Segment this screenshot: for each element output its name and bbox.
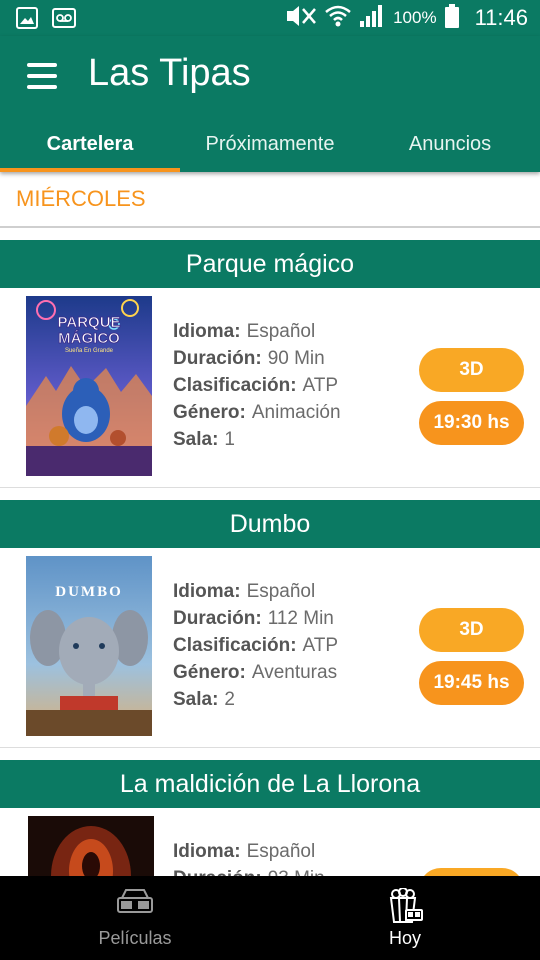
nfc-muted-icon	[283, 5, 317, 32]
movie-info: Idioma:Español Duración: 93 Min	[173, 838, 325, 876]
3d-glasses-icon	[116, 888, 154, 923]
movie-info: Idioma: Español Duración: 90 Min Clasifica…	[173, 318, 341, 453]
day-label: MIÉRCOLES	[16, 186, 146, 211]
movie-card[interactable]: Parque mágico PARQUE MÁGICO Sueña En Gra…	[0, 240, 540, 488]
tab-anuncios[interactable]: Anuncios	[360, 116, 540, 172]
poster-tagline: Sueña En Grande	[65, 348, 114, 354]
day-header: MIÉRCOLES	[0, 172, 540, 228]
label-duracion: Duración:	[173, 348, 262, 369]
value-idioma: Español	[246, 841, 316, 862]
label-genero: Género:	[173, 402, 246, 423]
nav-peliculas[interactable]: Películas	[0, 876, 270, 960]
label-clasificacion: Clasificación:	[173, 635, 297, 656]
tab-bar: Cartelera Próximamente Anuncios	[0, 116, 540, 172]
hamburger-menu-icon[interactable]	[22, 58, 62, 94]
label-clasificacion: Clasificación:	[173, 375, 297, 396]
value-duracion: 112 Min	[267, 608, 334, 629]
nav-label-hoy: Hoy	[388, 928, 421, 948]
movie-card[interactable]: La maldición de La Llorona Idioma: Españo…	[0, 760, 540, 876]
movie-title: Parque mágico	[0, 240, 540, 288]
poster-title-line1: PARQUE	[57, 314, 120, 331]
battery-icon	[444, 3, 459, 33]
movie-title: La maldición de La Llorona	[0, 760, 540, 808]
movie-list[interactable]: MIÉRCOLES Parque mágico PARQUE MÁGICO Su…	[0, 172, 540, 876]
signal-icon	[359, 4, 385, 33]
movie-title: Dumbo	[0, 500, 540, 548]
value-duracion: 90 Min	[267, 348, 325, 369]
showtime-button[interactable]: 19:30 hs	[419, 401, 524, 445]
nav-hoy[interactable]: Hoy	[270, 876, 540, 960]
label-duracion: Duración:	[173, 608, 262, 629]
value-idioma: Español	[246, 581, 316, 602]
wifi-icon	[325, 4, 351, 33]
label-idioma: Idioma:	[173, 841, 241, 862]
bottom-navigation: Películas Hoy	[0, 876, 540, 960]
label-genero: Género:	[173, 662, 246, 683]
battery-percent: 100%	[393, 8, 437, 27]
value-idioma: Español	[246, 321, 316, 342]
format-badge[interactable]: 3D	[419, 348, 524, 392]
format-badge[interactable]: 3D	[419, 608, 524, 652]
label-sala: Sala:	[173, 429, 219, 450]
movie-card[interactable]: Dumbo DUMBO Idioma: Español Duración: 11…	[0, 500, 540, 748]
movie-poster[interactable]: DUMBO	[26, 556, 152, 736]
movie-poster[interactable]: PARQUE MÁGICO Sueña En Grande	[26, 296, 152, 476]
voicemail-icon	[52, 7, 76, 34]
tab-proximamente[interactable]: Próximamente	[180, 116, 360, 172]
status-bar: 100% 11:46	[0, 0, 540, 36]
image-icon	[16, 7, 38, 34]
poster-title: DUMBO	[55, 584, 123, 600]
showtime-button[interactable]: 19:45 hs	[419, 661, 524, 705]
value-clasificacion: ATP	[302, 375, 339, 396]
label-idioma: Idioma:	[173, 321, 241, 342]
nav-label-peliculas: Películas	[98, 928, 172, 948]
label-sala: Sala:	[173, 689, 219, 710]
popcorn-icon	[386, 887, 424, 929]
label-duracion: Duración:	[173, 868, 262, 876]
format-badge[interactable]	[419, 868, 524, 876]
tab-cartelera[interactable]: Cartelera	[0, 116, 180, 172]
value-genero: Animación	[251, 402, 341, 423]
app-title: Las Tipas	[88, 52, 251, 94]
clock: 11:46	[474, 5, 528, 30]
value-sala: 2	[224, 689, 235, 710]
value-clasificacion: ATP	[302, 635, 339, 656]
value-sala: 1	[224, 429, 235, 450]
movie-info: Idioma: Español Duración: 112 Min Clasific…	[173, 578, 338, 713]
poster-title-line2: MÁGICO	[58, 330, 120, 347]
value-duracion: 93 Min	[268, 868, 325, 876]
app-bar: Las Tipas Cartelera Próximamente Anuncio…	[0, 36, 540, 172]
value-genero: Aventuras	[251, 662, 338, 683]
movie-poster[interactable]	[28, 816, 154, 876]
label-idioma: Idioma:	[173, 581, 241, 602]
